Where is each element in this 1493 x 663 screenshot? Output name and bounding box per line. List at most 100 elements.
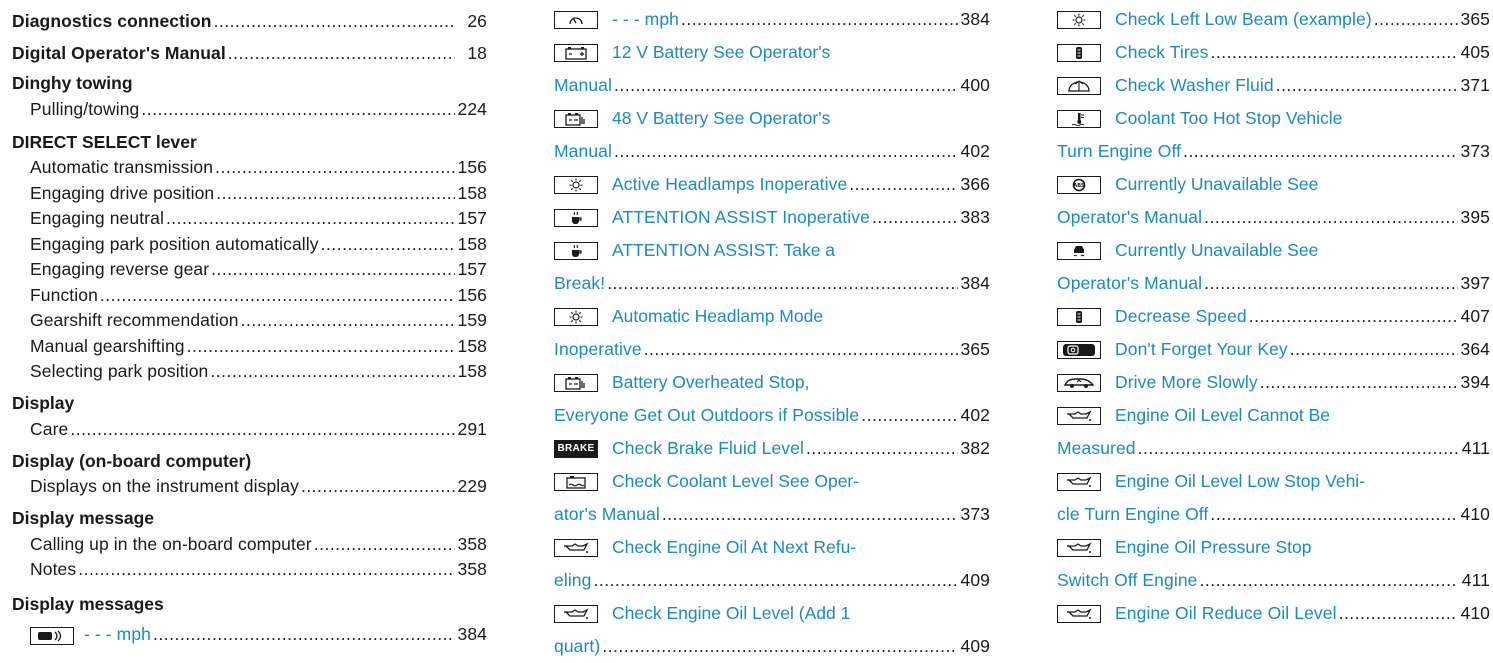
tire-icon [1057, 307, 1101, 326]
leader-dots [216, 183, 455, 204]
leader-dots [187, 336, 455, 357]
index-entry-digital-manual[interactable]: Digital Operator's Manual 18 [12, 32, 487, 64]
index-subentry[interactable]: Engaging park position automatically 158 [12, 229, 487, 255]
index-heading-display-message: Display message [12, 508, 155, 528]
display-message-entry[interactable]: Drive More Slowly 394 [1057, 366, 1490, 399]
display-message-entry[interactable]: Engine Oil Reduce Oil Level 410 [1057, 597, 1490, 630]
page-number: 400 [960, 75, 990, 95]
message-link-continued: Operator's Manual [1057, 273, 1203, 293]
index-subentry[interactable]: Notes 358 [12, 555, 487, 581]
index-subentry[interactable]: Gearshift recommendation 159 [12, 306, 487, 332]
index-subentry[interactable]: Care 291 [12, 414, 487, 440]
entry-label: Engaging reverse gear [30, 259, 210, 279]
page-number: 402 [960, 141, 990, 161]
index-entry-diagnostics[interactable]: Diagnostics connection 26 [12, 0, 487, 32]
entry-label: Function [30, 284, 98, 305]
page-number: 157 [457, 208, 487, 228]
entry-label: Engaging park position automatically [30, 233, 319, 254]
leader-dots [314, 534, 455, 555]
display-message-entry[interactable]: ATTENTION ASSIST Inoperative 383 [554, 201, 990, 234]
display-message-entry[interactable]: Coolant Too Hot Stop Vehicle Turn Engine … [1057, 102, 1490, 168]
leader-dots [301, 476, 455, 497]
index-subentry-message[interactable]: - - - mph 384 [12, 615, 487, 645]
leader-dots [1210, 504, 1458, 525]
message-link: Check Engine Oil Level (Add 1 [612, 603, 851, 623]
display-message-entry[interactable]: Engine Oil Level Low Stop Vehi-cle Turn … [1057, 465, 1490, 531]
coffee-cup-icon [554, 208, 598, 227]
display-message-entry[interactable]: Decrease Speed 407 [1057, 300, 1490, 333]
abs-icon: ABS [1057, 175, 1101, 194]
display-message-entry[interactable]: Check Left Low Beam (example) 365 [1057, 3, 1490, 36]
page-number: 373 [1460, 141, 1490, 161]
leader-dots [872, 207, 958, 228]
leader-dots [1138, 438, 1458, 459]
display-message-entry[interactable]: Don't Forget Your Key 364 [1057, 333, 1490, 366]
message-link: Coolant Too Hot Stop Vehicle [1115, 108, 1343, 128]
message-link: - - - mph [612, 9, 680, 29]
entry-label: Care [30, 418, 69, 439]
display-message-entry[interactable]: 48 V Battery See Operator'sManual 402 [554, 102, 990, 168]
page-number: 394 [1460, 372, 1490, 392]
message-link: Battery Overheated Stop, [612, 372, 810, 392]
page-number: 373 [960, 504, 990, 524]
display-message-entry[interactable]: Engine Oil Pressure Stop Switch Off Engin… [1057, 531, 1490, 597]
page-number: 405 [1460, 42, 1490, 62]
leader-dots [1183, 141, 1458, 162]
index-subentry[interactable]: Manual gearshifting 158 [12, 331, 487, 357]
display-message-entry[interactable]: - - - mph 384 [554, 3, 990, 36]
index-subentry[interactable]: Engaging reverse gear 157 [12, 255, 487, 281]
index-subentry[interactable]: Function 156 [12, 280, 487, 306]
battery-48v-icon [554, 373, 598, 392]
message-link-continued: Measured [1057, 438, 1136, 458]
message-link-continued: ator's Manual [554, 504, 660, 524]
display-message-entry[interactable]: Check Tires 405 [1057, 36, 1490, 69]
page-number: 384 [960, 9, 990, 29]
leader-dots [141, 99, 455, 120]
page-number: 407 [1460, 306, 1490, 326]
display-message-entry[interactable]: ABS Currently Unavailable See Operator's M… [1057, 168, 1490, 234]
message-link-continued: Turn Engine Off [1057, 141, 1182, 161]
leader-dots [211, 259, 455, 280]
index-subentry[interactable]: Displays on the instrument display 229 [12, 472, 487, 498]
entry-label: Pulling/towing [30, 98, 140, 119]
battery-12v-icon [554, 43, 598, 62]
page-number: 365 [960, 339, 990, 359]
index-subentry[interactable]: Automatic transmission 156 [12, 153, 487, 179]
index-subentry[interactable]: Engaging neutral 157 [12, 204, 487, 230]
leader-dots [153, 624, 455, 645]
page-number: 157 [457, 259, 487, 279]
display-message-entry[interactable]: Check Engine Oil At Next Refu-eling 409 [554, 531, 990, 597]
page-number: 158 [457, 182, 487, 203]
key-icon [1057, 340, 1101, 359]
message-link: Check Left Low Beam (example) [1115, 9, 1372, 29]
oil-can-icon [1057, 538, 1101, 557]
message-link: Check Coolant Level See Oper- [612, 471, 860, 491]
display-message-entry[interactable]: Currently Unavailable See Operator's Manu… [1057, 234, 1490, 300]
display-message-entry[interactable]: Check Washer Fluid 371 [1057, 69, 1490, 102]
leader-dots [607, 273, 958, 294]
display-message-entry[interactable]: 12 V Battery See Operator'sManual 400 [554, 36, 990, 102]
entry-label: Engaging drive position [30, 182, 215, 203]
display-message-entry[interactable]: Battery Overheated Stop, Everyone Get Out… [554, 366, 990, 432]
headlamp-icon [554, 307, 598, 326]
page-number: 397 [1460, 273, 1490, 293]
index-subentry[interactable]: Pulling/towing 224 [12, 94, 487, 120]
index-subentry[interactable]: Engaging drive position 158 [12, 178, 487, 204]
page-number: 384 [457, 624, 487, 644]
display-message-entry[interactable]: Automatic Headlamp Mode Inoperative 365 [554, 300, 990, 366]
page-number: 158 [457, 361, 487, 381]
display-message-entry[interactable]: ATTENTION ASSIST: Take a Break! 384 [554, 234, 990, 300]
index-subentry[interactable]: Calling up in the on-board computer 358 [12, 529, 487, 555]
display-message-entry[interactable]: Check Coolant Level See Oper-ator's Manu… [554, 465, 990, 531]
display-message-entry[interactable]: Engine Oil Level Cannot Be Measured 411 [1057, 399, 1490, 465]
leader-dots [1211, 42, 1459, 63]
display-message-entry[interactable]: BRAKE Check Brake Fluid Level 382 [554, 432, 990, 465]
leader-dots [1204, 273, 1458, 294]
display-message-entry[interactable]: Check Engine Oil Level (Add 1 quart) 409 [554, 597, 990, 663]
message-link: Engine Oil Reduce Oil Level [1115, 603, 1337, 623]
index-subentry[interactable]: Selecting park position 158 [12, 357, 487, 383]
display-message-entry[interactable]: Active Headlamps Inoperative 366 [554, 168, 990, 201]
headlamp-icon [1057, 10, 1101, 29]
message-link-continued: Switch Off Engine [1057, 570, 1198, 590]
leader-dots [861, 405, 958, 426]
